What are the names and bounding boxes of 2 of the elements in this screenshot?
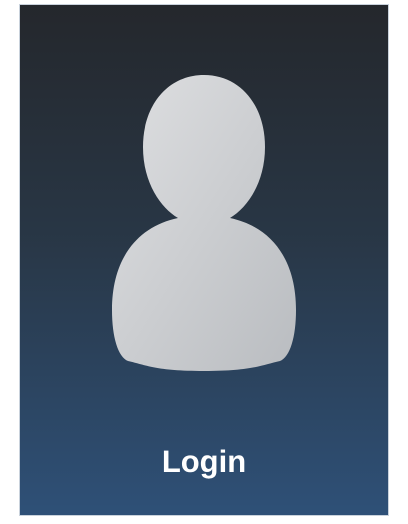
- person-icon: [112, 75, 296, 371]
- login-button[interactable]: Login: [19, 4, 389, 516]
